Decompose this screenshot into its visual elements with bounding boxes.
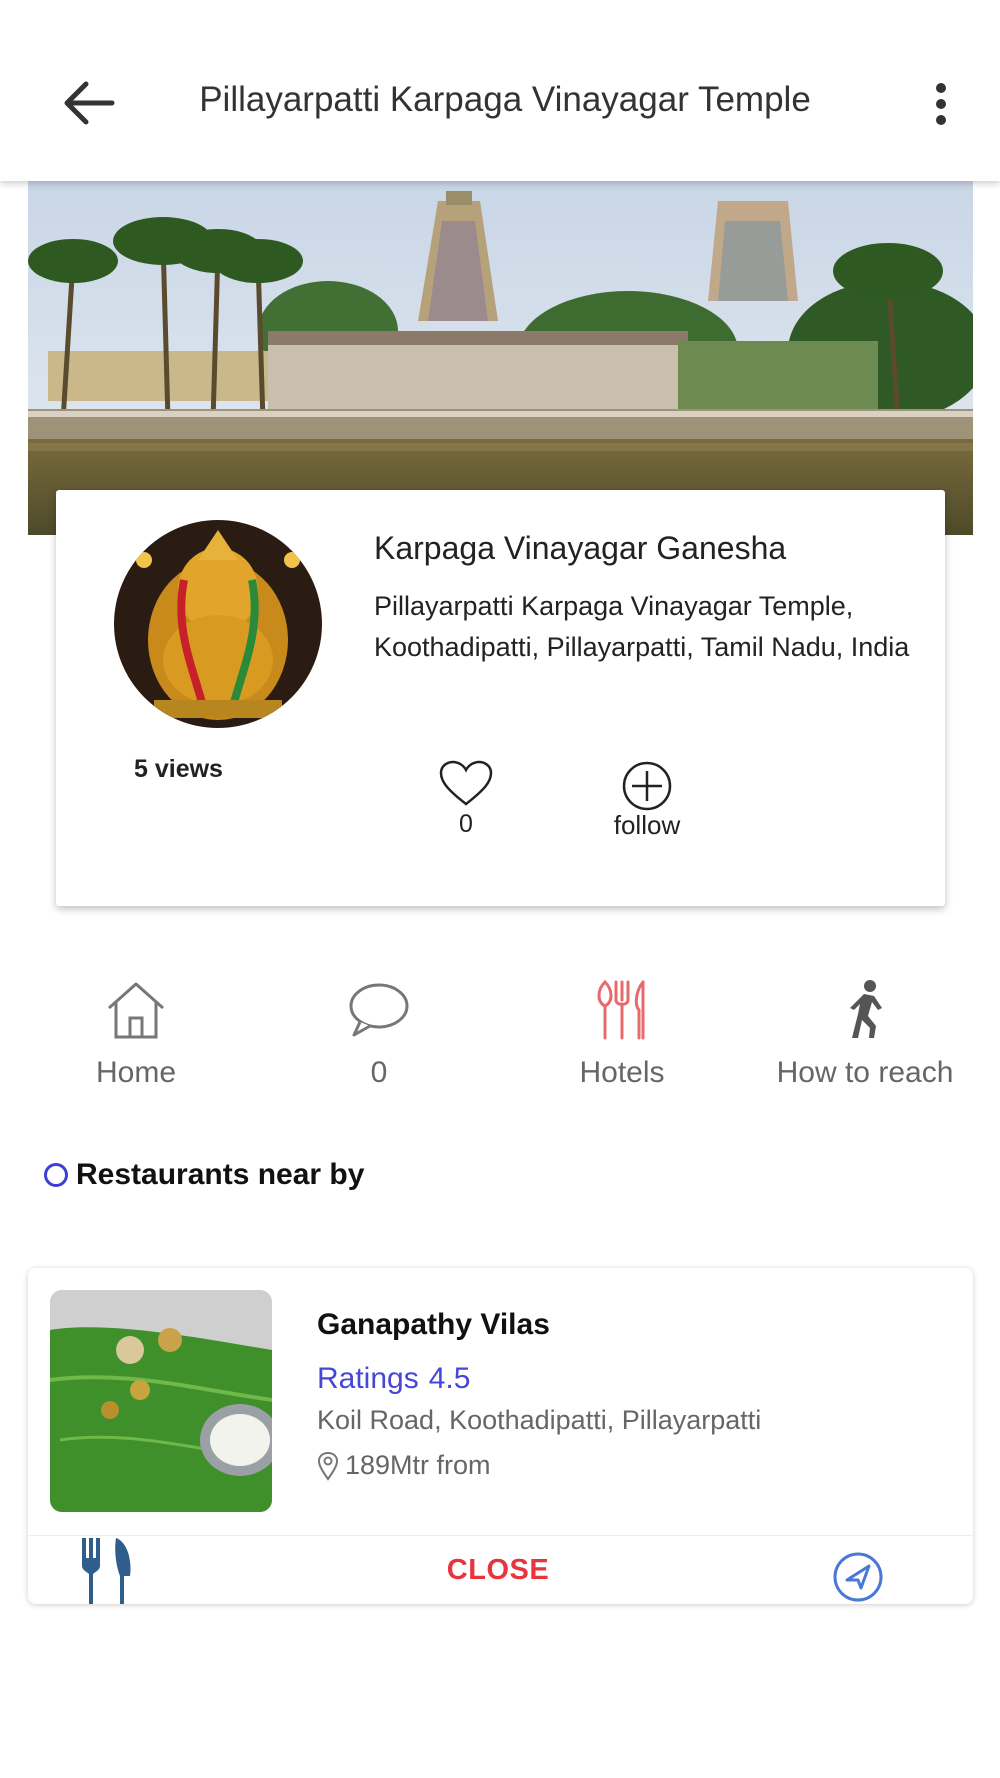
navigation-arrow-icon[interactable] bbox=[831, 1550, 885, 1604]
home-icon bbox=[108, 982, 164, 1039]
restaurant-card[interactable]: Ganapathy Vilas Ratings 4.5 Koil Road, Ko… bbox=[28, 1268, 973, 1604]
like-count: 0 bbox=[459, 810, 473, 838]
location-pin-icon bbox=[317, 1451, 339, 1481]
temple-info-card: 5 views Karpaga Vinayagar Ganesha Pillay… bbox=[56, 490, 945, 906]
nav-how-to-reach-label: How to reach bbox=[776, 1056, 954, 1089]
restaurant-image bbox=[50, 1290, 272, 1512]
section-title: Restaurants near by bbox=[76, 1158, 365, 1191]
app-bar: Pillayarpatti Karpaga Vinayagar Temple bbox=[0, 0, 1000, 181]
arrow-left-icon[interactable] bbox=[62, 80, 116, 126]
temple-address: Pillayarpatti Karpaga Vinayagar Temple, … bbox=[374, 591, 910, 662]
temple-hero-image bbox=[28, 181, 973, 535]
page-title: Pillayarpatti Karpaga Vinayagar Temple bbox=[199, 80, 811, 119]
restaurant-name: Ganapathy Vilas bbox=[317, 1308, 550, 1341]
restaurant-distance: 189Mtr from bbox=[317, 1450, 491, 1481]
deity-name: Karpaga Vinayagar Ganesha bbox=[374, 530, 787, 566]
walking-icon bbox=[850, 980, 882, 1038]
nav-hotels-label: Hotels bbox=[579, 1056, 665, 1089]
cutlery-icon bbox=[597, 980, 645, 1040]
ratings-value: 4.5 bbox=[428, 1362, 471, 1395]
restaurant-address: Koil Road, Koothadipatti, Pillayarpatti bbox=[317, 1405, 762, 1435]
follow-button[interactable]: follow bbox=[602, 760, 692, 841]
nav-comments[interactable]: 0 bbox=[259, 980, 499, 1090]
heart-icon bbox=[439, 760, 493, 806]
restaurants-section-heading: Restaurants near by bbox=[44, 1158, 364, 1192]
follow-label: follow bbox=[613, 810, 681, 840]
nav-home-label: Home bbox=[95, 1056, 177, 1089]
ratings-label: Ratings bbox=[317, 1362, 419, 1395]
nav-how-to-reach[interactable]: How to reach bbox=[745, 980, 985, 1090]
close-button[interactable]: CLOSE bbox=[398, 1554, 598, 1587]
nav-comments-count: 0 bbox=[370, 1056, 388, 1089]
views-count: 5 views bbox=[134, 755, 223, 783]
deity-avatar bbox=[114, 520, 322, 728]
like-button[interactable]: 0 bbox=[434, 760, 498, 839]
nav-home[interactable]: Home bbox=[16, 980, 256, 1090]
comment-icon bbox=[349, 983, 409, 1037]
fork-knife-icon[interactable] bbox=[76, 1536, 136, 1604]
more-vertical-icon[interactable] bbox=[925, 82, 957, 126]
distance-text: 189Mtr from bbox=[345, 1450, 491, 1480]
action-nav-row: Home 0 Hotels How to reach bbox=[0, 980, 1000, 1100]
restaurant-rating: Ratings 4.5 bbox=[317, 1362, 470, 1396]
plus-circle-icon bbox=[622, 761, 672, 811]
nav-hotels[interactable]: Hotels bbox=[502, 980, 742, 1090]
circle-bullet-icon bbox=[44, 1163, 68, 1187]
restaurant-card-footer: CLOSE bbox=[28, 1535, 973, 1604]
